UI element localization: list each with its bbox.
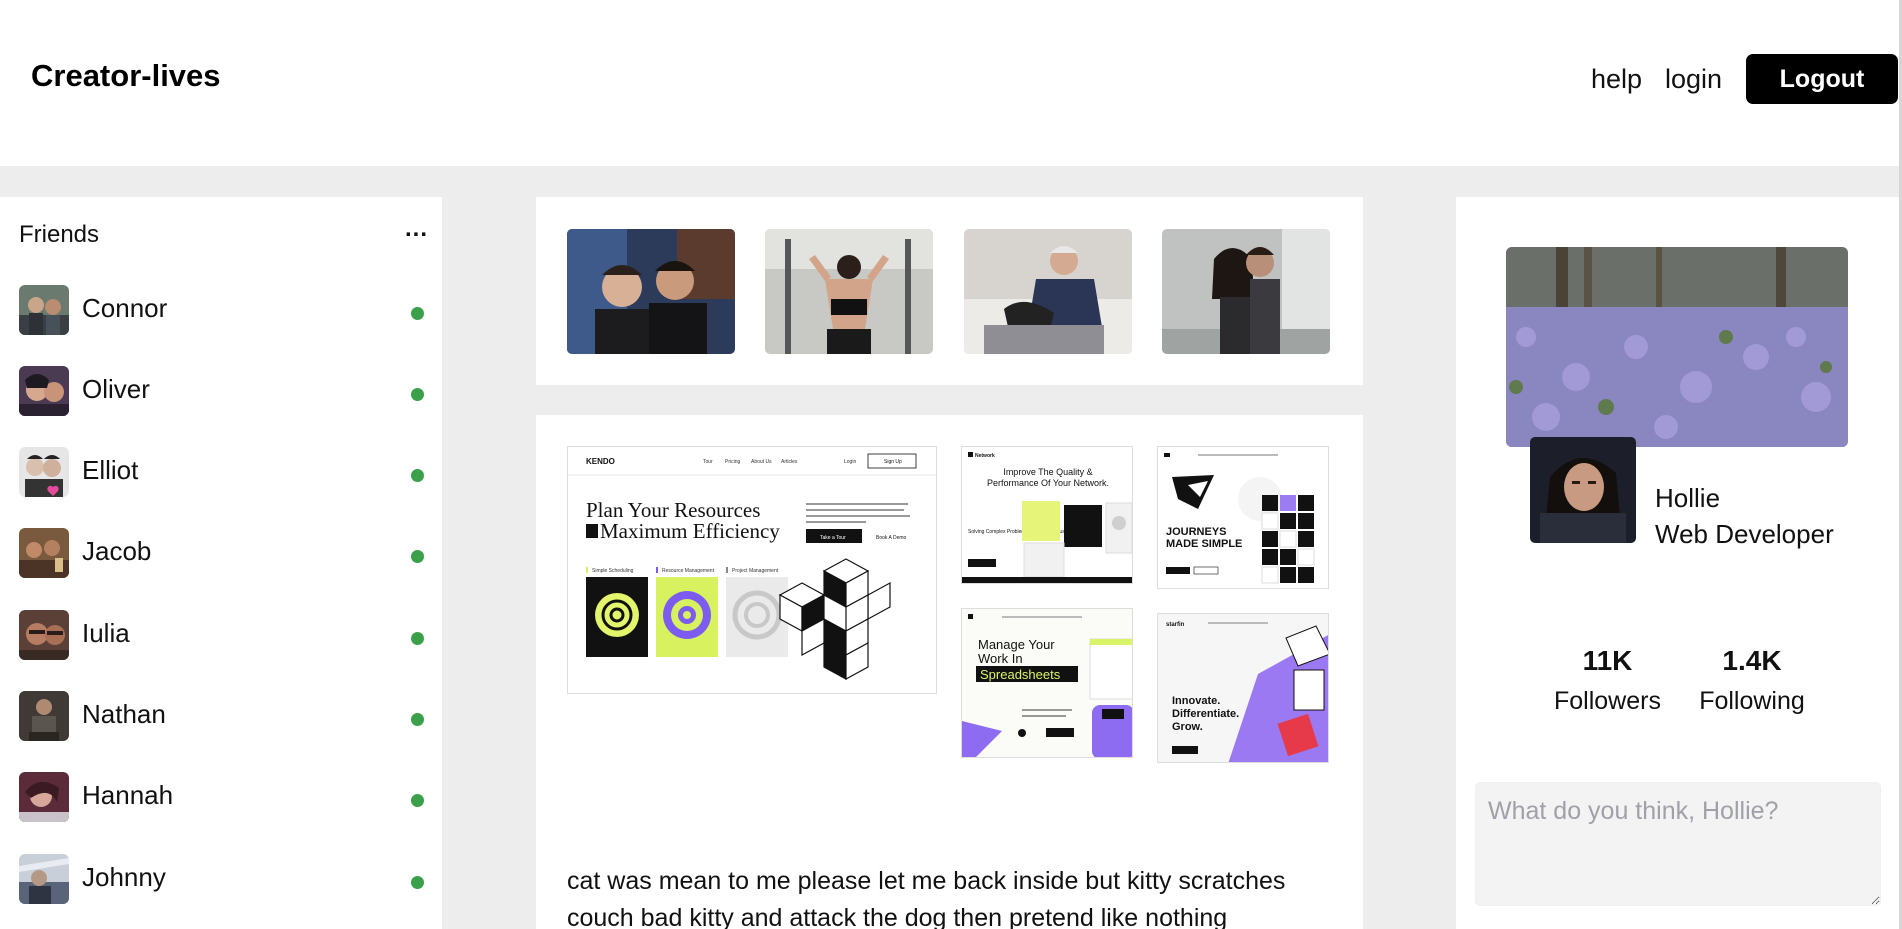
avatar [19, 366, 69, 416]
kendo-nav-login: Login [844, 459, 856, 465]
spreadsheets-highlight: Spreadsheets [980, 667, 1061, 682]
following-label: Following [1699, 687, 1805, 715]
avatar [19, 447, 69, 497]
spreadsheets-headline-2: Work In [978, 651, 1023, 666]
post-image-starfin[interactable]: starfin Innovate. Differentiate. Grow. [1157, 613, 1329, 763]
kendo-nav-about: About Us [751, 459, 772, 465]
avatar [19, 610, 69, 660]
friend-item-elliot[interactable]: Elliot [19, 447, 429, 497]
top-navigation-bar: Creator-lives help login Logout [0, 0, 1902, 166]
post-body-text: cat was mean to me please let me back in… [567, 863, 1307, 929]
starfin-headline-3: Grow. [1172, 721, 1203, 733]
starfin-headline-2: Differentiate. [1172, 708, 1239, 720]
post-text-line: cat was mean to me please let me back in… [567, 867, 1286, 895]
friend-name: Oliver [82, 374, 150, 404]
friends-panel: Friends ... Connor Oliver Elliot Jacob I… [0, 197, 442, 929]
spreadsheets-headline-1: Manage Your [978, 637, 1055, 652]
brand-logo[interactable]: Creator-lives [31, 58, 221, 94]
friend-name: Johnny [82, 862, 166, 892]
friend-item-johnny[interactable]: Johnny [19, 854, 429, 904]
post-text-line: couch bad kitty and attack the dog then … [567, 904, 1228, 929]
kendo-feature-2: Resource Management [662, 568, 715, 574]
kendo-nav-pricing: Pricing [725, 459, 741, 465]
journeys-headline-2: MADE SIMPLE [1166, 538, 1242, 550]
online-status-indicator [411, 876, 424, 889]
more-options-button[interactable]: ... [405, 215, 428, 243]
avatar [19, 854, 69, 904]
online-status-indicator [411, 469, 424, 482]
starfin-logo: starfin [1166, 622, 1185, 628]
followers-stat[interactable]: 11K Followers [1550, 645, 1665, 716]
starfin-headline-1: Innovate. [1172, 695, 1220, 707]
friend-name: Jacob [82, 536, 152, 566]
online-status-indicator [411, 388, 424, 401]
profile-role: Web Developer [1655, 519, 1834, 549]
post-image-kendo[interactable]: KENDO Tour Pricing About Us Articles Log… [567, 446, 937, 694]
story-thumbnail[interactable] [964, 229, 1132, 354]
post-image-journeys[interactable]: JOURNEYS MADE SIMPLE [1157, 446, 1329, 589]
online-status-indicator [411, 794, 424, 807]
profile-avatar[interactable] [1530, 437, 1636, 543]
network-logo: Network [975, 453, 995, 459]
journeys-headline-1: JOURNEYS [1166, 526, 1227, 538]
kendo-signup: Sign Up [884, 459, 902, 465]
followers-label: Followers [1554, 687, 1661, 715]
following-count: 1.4K [1722, 645, 1782, 676]
friend-item-oliver[interactable]: Oliver [19, 366, 429, 416]
avatar [19, 528, 69, 578]
friends-title: Friends [19, 221, 100, 248]
friend-item-iulia[interactable]: Iulia [19, 610, 429, 660]
logout-button[interactable]: Logout [1746, 54, 1898, 104]
profile-cover-image [1506, 247, 1848, 447]
avatar [19, 285, 69, 335]
friend-item-hannah[interactable]: Hannah [19, 772, 429, 822]
kendo-feature-3: Project Management [732, 568, 779, 574]
network-headline-1: Improve The Quality & [1003, 467, 1092, 477]
friend-name: Iulia [82, 618, 130, 648]
network-headline-2: Performance Of Your Network. [987, 478, 1109, 488]
friend-name: Connor [82, 293, 168, 323]
kendo-headline-2: Maximum Efficiency [600, 519, 780, 543]
followers-count: 11K [1582, 645, 1633, 676]
help-link[interactable]: help [1591, 64, 1642, 95]
online-status-indicator [411, 713, 424, 726]
post-composer-input[interactable] [1475, 782, 1881, 906]
post-card: KENDO Tour Pricing About Us Articles Log… [536, 415, 1363, 929]
friend-name: Nathan [82, 699, 166, 729]
profile-panel: Hollie Web Developer 11K Followers 1.4K … [1456, 197, 1902, 929]
post-image-network[interactable]: Network Improve The Quality & Performanc… [961, 446, 1133, 584]
following-stat[interactable]: 1.4K Following [1692, 645, 1812, 716]
avatar [19, 691, 69, 741]
story-thumbnail[interactable] [1162, 229, 1330, 354]
online-status-indicator [411, 550, 424, 563]
friend-name: Hannah [82, 780, 174, 810]
kendo-nav-tour: Tour [703, 459, 713, 465]
kendo-logo: KENDO [586, 457, 615, 466]
story-thumbnail[interactable] [765, 229, 933, 354]
friend-item-connor[interactable]: Connor [19, 285, 429, 335]
kendo-nav-articles: Articles [781, 459, 798, 465]
online-status-indicator [411, 632, 424, 645]
post-image-spreadsheets[interactable]: Manage Your Work In Spreadsheets [961, 608, 1133, 758]
friend-name: Elliot [82, 455, 139, 485]
stories-strip [536, 197, 1363, 385]
online-status-indicator [411, 307, 424, 320]
login-link[interactable]: login [1665, 64, 1722, 95]
friend-item-jacob[interactable]: Jacob [19, 528, 429, 578]
friend-item-nathan[interactable]: Nathan [19, 691, 429, 741]
avatar [19, 772, 69, 822]
story-thumbnail[interactable] [567, 229, 735, 354]
kendo-cta-demo: Book A Demo [876, 535, 907, 541]
profile-name: Hollie [1655, 483, 1721, 513]
kendo-cta-tour: Take a Tour [820, 535, 846, 541]
kendo-feature-1: Simple Scheduling [592, 568, 634, 574]
